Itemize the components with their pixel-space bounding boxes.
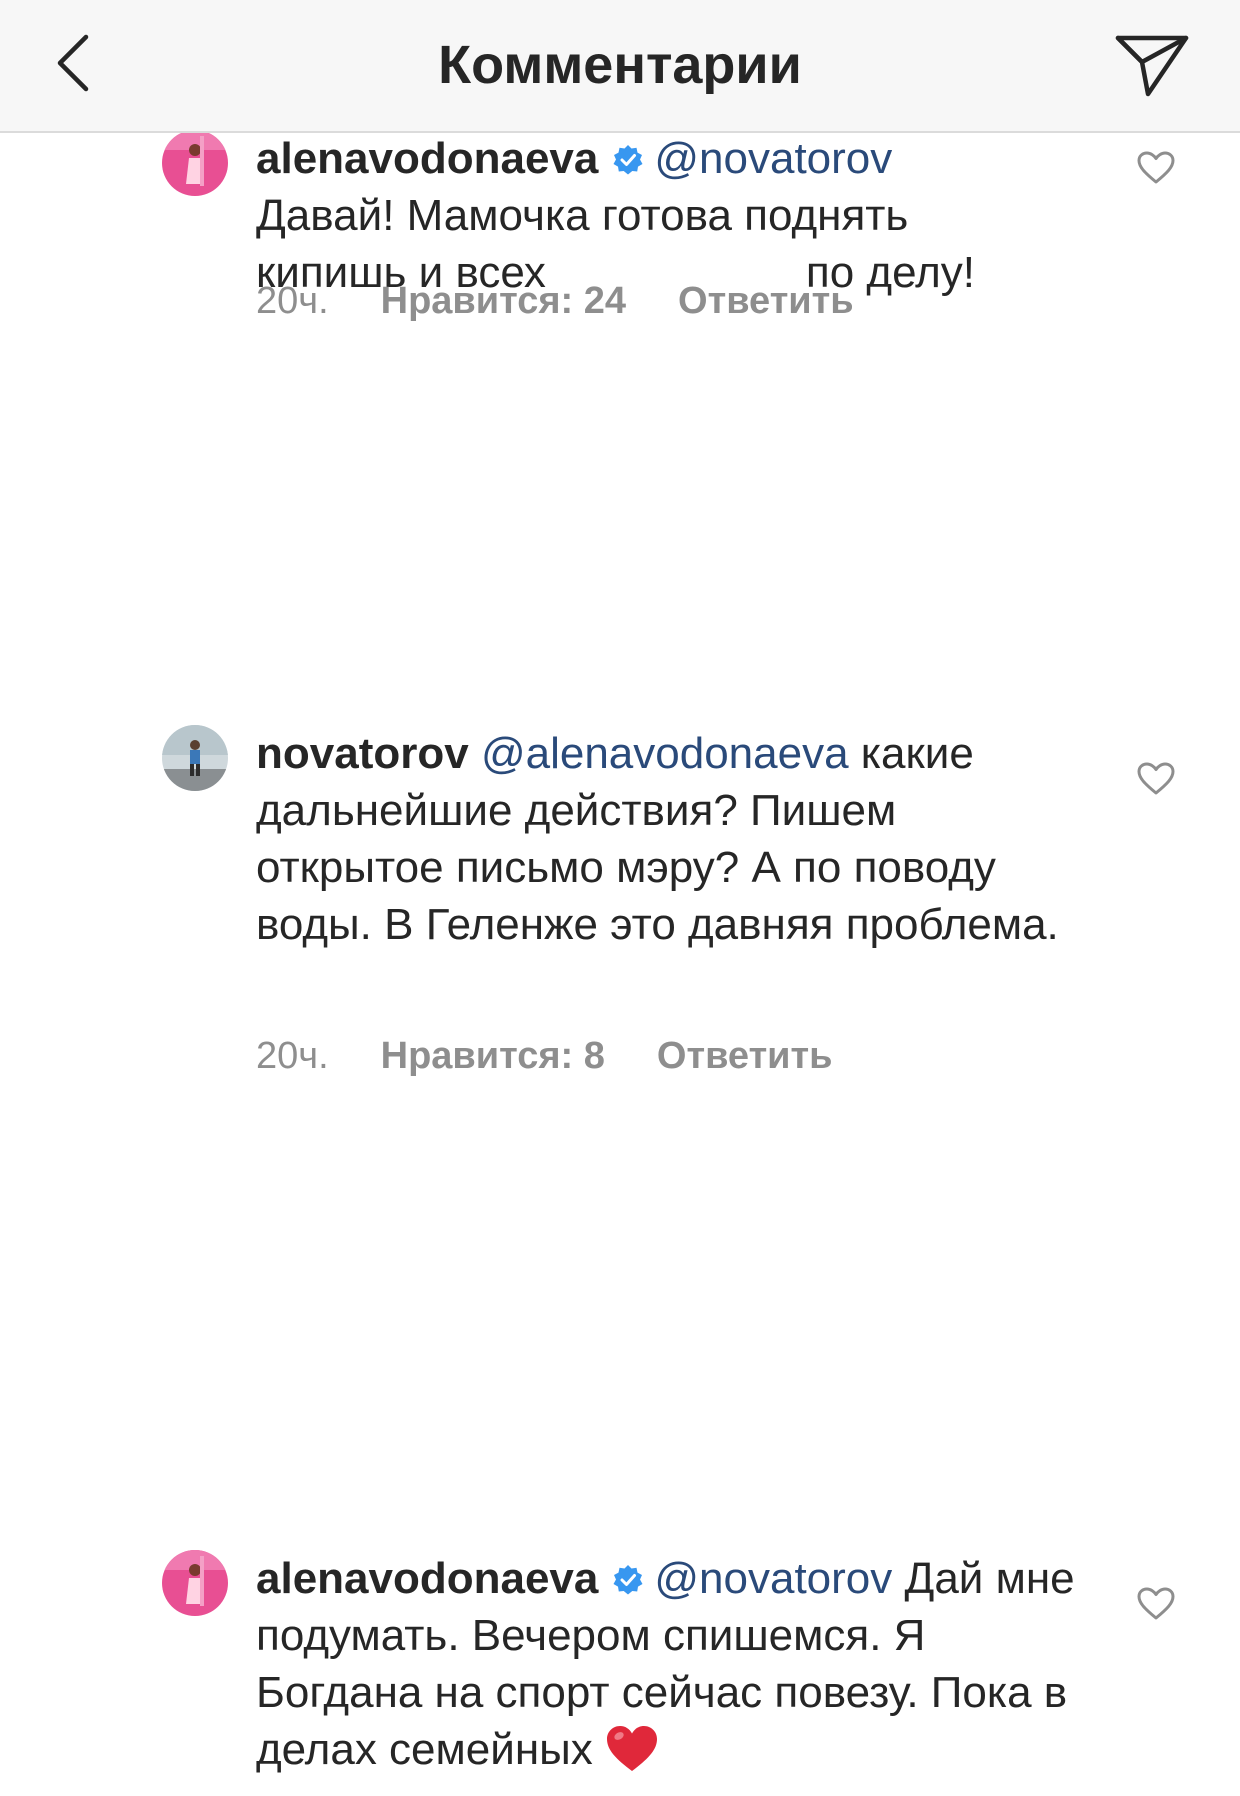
reply-button[interactable]: Ответить [657, 1035, 833, 1077]
top-bar: Комментарии [0, 0, 1240, 133]
heart-outline-icon [1137, 762, 1175, 795]
like-button[interactable] [1132, 146, 1180, 190]
avatar[interactable] [162, 725, 228, 791]
comment-username[interactable]: novatorov [256, 729, 469, 778]
avatar[interactable] [162, 130, 228, 196]
mention-link[interactable]: @novatorov [654, 134, 892, 183]
avatar[interactable] [162, 1550, 228, 1616]
share-button[interactable] [1104, 22, 1200, 108]
comment-text: Дай [904, 1554, 984, 1603]
comment-username[interactable]: alenavodonaeva [256, 1554, 598, 1603]
reply-button[interactable]: Ответить [678, 280, 854, 322]
mention-link[interactable]: @alenavodonaeva [481, 729, 849, 778]
mention-link[interactable]: @novatorov [654, 1554, 892, 1603]
avatar-image-icon [162, 1550, 228, 1616]
likes-count[interactable]: Нравится: 24 [381, 280, 626, 322]
comment-text: Давай! Мамочка готова поднять [256, 191, 909, 240]
comment-meta: 20ч. Нравится: 24 Ответить [256, 280, 906, 323]
comment-time: 20ч. [256, 280, 329, 322]
comment-time: 20ч. [256, 1035, 329, 1077]
comment-body: alenavodonaeva @novatorov Давай! Мамочка… [256, 130, 1076, 301]
heart-outline-icon [1137, 1587, 1175, 1620]
verified-badge-icon [613, 145, 643, 175]
avatar-image-icon [162, 725, 228, 791]
comment-item: novatorov @alenavodonaeva какие дальнейш… [0, 725, 1240, 1105]
comment-body: novatorov @alenavodonaeva какие дальнейш… [256, 725, 1076, 953]
likes-count[interactable]: Нравится: 8 [381, 1035, 605, 1077]
avatar-image-icon [162, 130, 228, 196]
comment-text: дальнейшие действия? Пишем открытое пись… [256, 786, 1059, 949]
comment-item: alenavodonaeva @novatorov Давай! Мамочка… [0, 130, 1240, 390]
comment-body: alenavodonaeva @novatorov Дай мне подума… [256, 1550, 1076, 1778]
like-button[interactable] [1132, 1582, 1180, 1626]
comments-screen: Комментарии alenavodonaeva @novatorov Да… [0, 0, 1240, 1796]
page-title: Комментарии [438, 35, 802, 95]
comment-text: какие [860, 729, 974, 778]
comment-meta: 20ч. Нравится: 8 Ответить [256, 1035, 885, 1078]
comment-item: alenavodonaeva @novatorov Дай мне подума… [0, 1550, 1240, 1796]
heart-outline-icon [1137, 151, 1175, 184]
paper-plane-icon [1115, 35, 1189, 97]
comment-username[interactable]: alenavodonaeva [256, 134, 598, 183]
like-button[interactable] [1132, 757, 1180, 801]
red-heart-emoji-icon [606, 1726, 657, 1771]
verified-badge-icon [613, 1565, 643, 1595]
